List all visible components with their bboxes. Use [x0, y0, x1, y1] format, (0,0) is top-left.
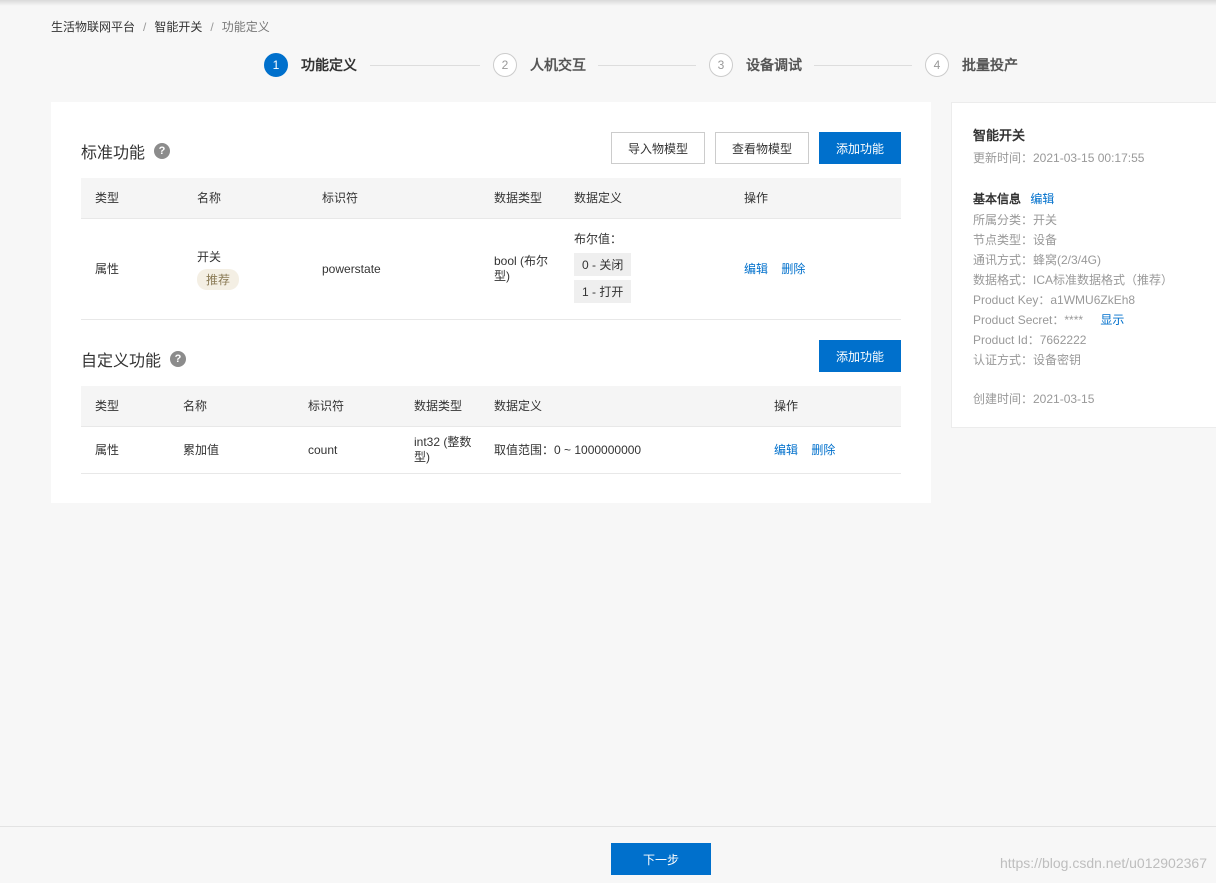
step-label: 设备调试 — [746, 57, 802, 73]
breadcrumb: 生活物联网平台 / 智能开关 / 功能定义 — [51, 18, 270, 35]
step-number: 4 — [925, 53, 949, 77]
step-number: 2 — [493, 53, 517, 77]
help-icon[interactable]: ? — [170, 351, 187, 367]
column-header-definition: 数据定义 — [560, 178, 730, 219]
cell-type: 属性 — [81, 218, 183, 320]
standard-section-title: 标准功能 ? — [81, 139, 171, 163]
breadcrumb-item-platform[interactable]: 生活物联网平台 — [51, 18, 135, 35]
data-format-info: 数据格式：ICA标准数据格式（推荐） — [973, 273, 1174, 287]
edit-basic-info-link[interactable]: 编辑 — [1030, 192, 1054, 206]
delete-link[interactable]: 删除 — [781, 262, 805, 276]
view-model-button[interactable]: 查看物模型 — [715, 132, 809, 164]
definition-label: 布尔值： — [574, 232, 623, 246]
step-3: 3 设备调试 — [709, 53, 802, 77]
column-header-data-type: 数据类型 — [400, 386, 480, 427]
breadcrumb-separator: / — [143, 19, 147, 34]
delete-link[interactable]: 删除 — [811, 443, 835, 457]
step-1: 1 功能定义 — [264, 53, 357, 77]
recommended-badge: 推荐 — [197, 268, 240, 290]
product-secret-row: Product Secret：**** 显示 — [973, 310, 1216, 330]
product-secret-info: Product Secret：**** — [973, 313, 1084, 327]
enum-value-tag: 0 - 关闭 — [574, 253, 632, 276]
breadcrumb-item-current: 功能定义 — [221, 20, 270, 34]
edit-link[interactable]: 编辑 — [744, 262, 768, 276]
category-info: 所属分类：开关 — [973, 213, 1058, 227]
cell-data-type: bool (布尔型) — [480, 218, 560, 320]
add-standard-function-button[interactable]: 添加功能 — [819, 132, 901, 164]
cell-identifier: count — [294, 426, 400, 474]
custom-section-title: 自定义功能 ? — [81, 347, 187, 371]
created-time: 创建时间：2021-03-15 — [973, 392, 1095, 406]
breadcrumb-separator: / — [210, 19, 214, 34]
auth-method-info: 认证方式：设备密钥 — [973, 353, 1082, 367]
step-number: 1 — [264, 53, 288, 77]
standard-function-table: 类型 名称 标识符 数据类型 数据定义 操作 属性 开关 推荐 powersta… — [81, 178, 901, 320]
show-secret-link[interactable]: 显示 — [1100, 313, 1124, 327]
product-name: 智能开关 — [973, 128, 1026, 143]
column-header-actions: 操作 — [760, 386, 901, 427]
import-model-button[interactable]: 导入物模型 — [611, 132, 705, 164]
step-label: 功能定义 — [301, 57, 357, 73]
step-connector — [598, 65, 696, 66]
watermark-text: https://blog.csdn.net/u012902367 — [999, 855, 1207, 871]
cell-data-type: int32 (整数型) — [400, 426, 480, 474]
step-4: 4 批量投产 — [925, 53, 1018, 77]
edit-link[interactable]: 编辑 — [774, 443, 798, 457]
top-shadow — [0, 0, 1216, 6]
step-label: 批量投产 — [962, 57, 1018, 73]
cell-type: 属性 — [81, 426, 169, 474]
cell-name: 累加值 — [169, 426, 294, 474]
cell-definition: 布尔值： 0 - 关闭 1 - 打开 — [560, 218, 730, 320]
cell-name: 开关 推荐 — [183, 218, 308, 320]
function-name: 开关 — [197, 249, 222, 264]
product-info-panel: 智能开关 更新时间：2021-03-15 00:17:55 基本信息 编辑 所属… — [951, 102, 1216, 428]
column-header-name: 名称 — [183, 178, 308, 219]
column-header-definition: 数据定义 — [480, 386, 760, 427]
table-header-row: 类型 名称 标识符 数据类型 数据定义 操作 — [81, 178, 901, 219]
next-step-button[interactable]: 下一步 — [611, 843, 711, 875]
updated-time: 更新时间：2021-03-15 00:17:55 — [973, 151, 1145, 165]
table-row: 属性 累加值 count int32 (整数型) 取值范围：0 ~ 100000… — [81, 426, 901, 474]
column-header-type: 类型 — [81, 386, 169, 427]
column-header-name: 名称 — [169, 386, 294, 427]
add-custom-function-button[interactable]: 添加功能 — [819, 340, 901, 372]
column-header-data-type: 数据类型 — [480, 178, 560, 219]
enum-value-tag: 1 - 打开 — [574, 280, 632, 303]
breadcrumb-item-product[interactable]: 智能开关 — [154, 18, 202, 35]
step-indicator: 1 功能定义 2 人机交互 3 设备调试 4 批量投产 — [264, 53, 1034, 79]
column-header-actions: 操作 — [730, 178, 901, 219]
network-info: 通讯方式：蜂窝(2/3/4G) — [973, 253, 1102, 267]
node-type-info: 节点类型：设备 — [973, 233, 1058, 247]
step-label: 人机交互 — [530, 57, 586, 73]
step-number: 3 — [709, 53, 733, 77]
step-2: 2 人机交互 — [493, 53, 586, 77]
basic-info-title: 基本信息 — [973, 192, 1022, 206]
product-key-info: Product Key：a1WMU6ZkEh8 — [973, 293, 1136, 307]
step-connector — [370, 65, 480, 66]
cell-actions: 编辑 删除 — [730, 218, 901, 320]
table-row: 属性 开关 推荐 powerstate bool (布尔型) 布尔值： 0 - … — [81, 218, 901, 320]
standard-title-text: 标准功能 — [81, 145, 146, 162]
custom-title-text: 自定义功能 — [81, 353, 162, 370]
step-connector — [814, 65, 912, 66]
column-header-type: 类型 — [81, 178, 183, 219]
help-icon[interactable]: ? — [154, 143, 171, 159]
column-header-identifier: 标识符 — [308, 178, 480, 219]
function-definition-card: 标准功能 ? 导入物模型 查看物模型 添加功能 类型 名称 标识符 数据类型 数… — [51, 102, 931, 503]
column-header-identifier: 标识符 — [294, 386, 400, 427]
cell-definition: 取值范围：0 ~ 1000000000 — [480, 426, 760, 474]
table-header-row: 类型 名称 标识符 数据类型 数据定义 操作 — [81, 386, 901, 427]
basic-info-heading: 基本信息 编辑 — [973, 190, 1216, 207]
product-id-info: Product Id：7662222 — [973, 333, 1087, 347]
cell-identifier: powerstate — [308, 218, 480, 320]
custom-function-table: 类型 名称 标识符 数据类型 数据定义 操作 属性 累加值 count int3… — [81, 386, 901, 474]
cell-actions: 编辑 删除 — [760, 426, 901, 474]
